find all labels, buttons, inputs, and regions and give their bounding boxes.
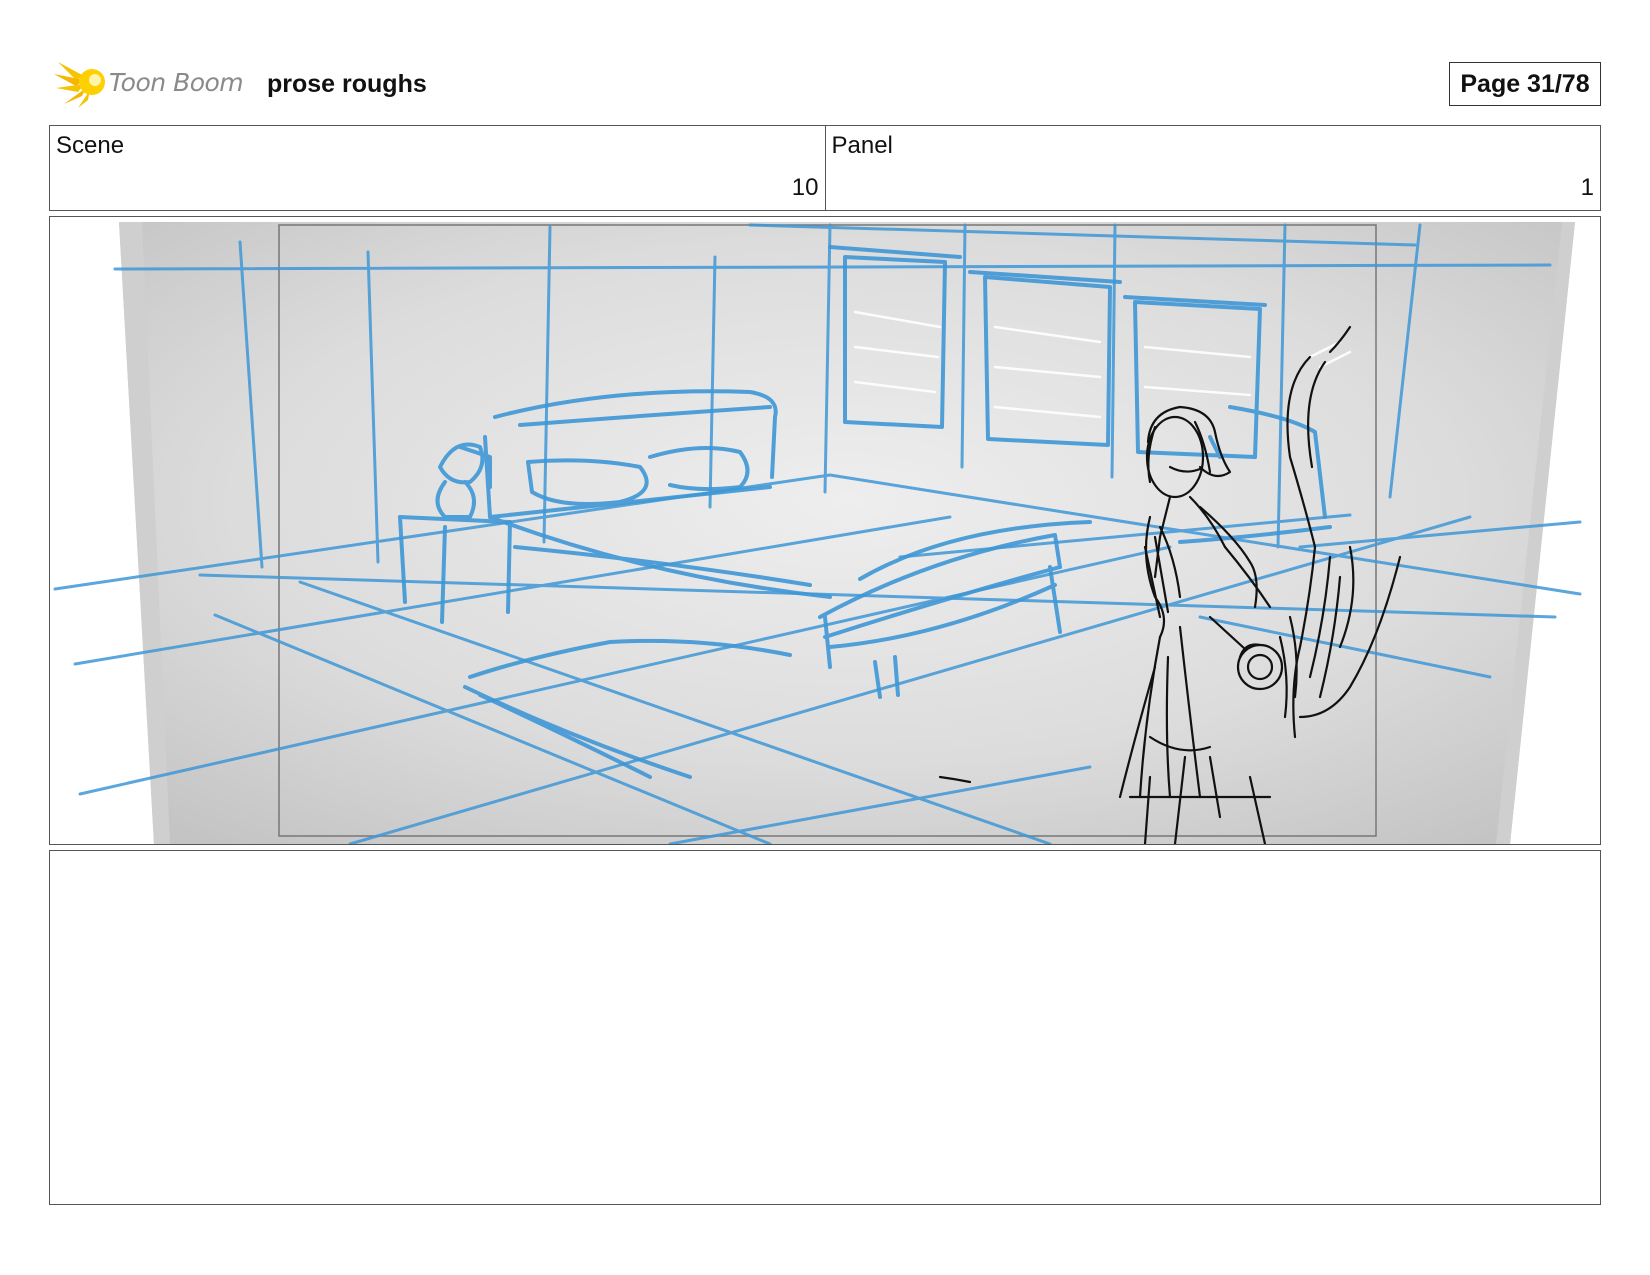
scene-label: Scene — [56, 132, 125, 159]
panel-number: 1 — [1580, 174, 1594, 201]
toon-boom-logo: Toon Boom — [54, 58, 254, 110]
page-number-box: Page 31/78 — [1449, 62, 1601, 106]
toon-boom-star-icon — [54, 62, 105, 108]
project-title: prose roughs — [267, 70, 427, 98]
room-sketch — [53, 222, 1582, 844]
panel-cell: Panel 1 — [824, 126, 1601, 210]
panel-notes-area — [49, 850, 1601, 1205]
storyboard-panel-image — [49, 216, 1601, 845]
scene-number: 10 — [791, 174, 819, 201]
page-number: Page 31/78 — [1460, 69, 1590, 98]
panel-label: Panel — [831, 132, 893, 159]
page-header: Toon Boom prose roughs Page 31/78 — [0, 0, 1650, 120]
scene-cell: Scene 10 — [50, 126, 825, 210]
logo-text: Toon Boom — [109, 68, 244, 97]
scene-panel-info: Scene 10 Panel 1 — [49, 125, 1601, 211]
